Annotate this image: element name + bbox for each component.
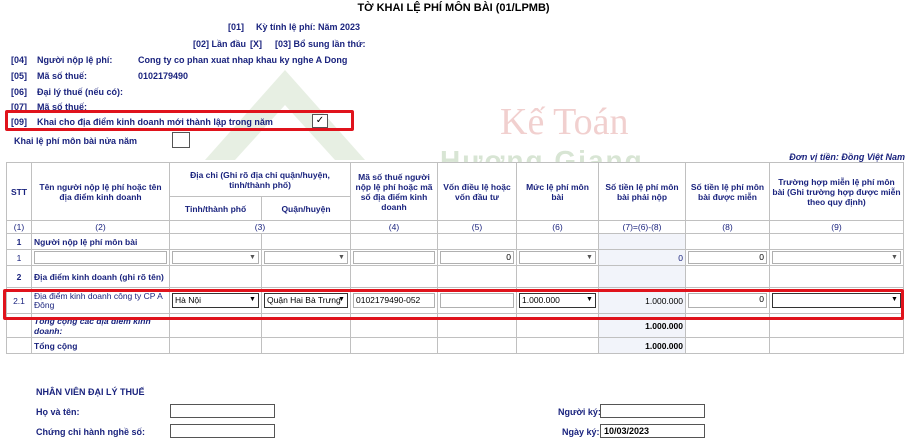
row1-province-select[interactable]: ▼ bbox=[172, 251, 259, 264]
tax-agent-label: Đại lý thuế (nếu có): bbox=[37, 87, 124, 97]
agent-section-title: NHÂN VIÊN ĐẠI LÝ THUẾ bbox=[36, 387, 145, 397]
index-cell: (6) bbox=[516, 220, 599, 234]
fee-table: STT Tên người nộp lệ phí hoặc tên địa đi… bbox=[6, 162, 904, 354]
index-cell: (2) bbox=[31, 220, 170, 234]
header-capital: Vốn điều lệ hoặc vốn đầu tư bbox=[437, 162, 517, 221]
agent-cert-input[interactable] bbox=[170, 424, 275, 438]
field-code-04: [04] bbox=[11, 55, 28, 65]
sign-date-input[interactable]: 10/03/2023 bbox=[600, 424, 705, 438]
chevron-down-icon: ▼ bbox=[586, 254, 593, 261]
watermark-text-ke-toan: Kế Toán bbox=[500, 101, 629, 143]
tax-code-label: Mã số thuế: bbox=[37, 71, 88, 81]
agent-name-input[interactable] bbox=[170, 404, 275, 418]
period-label: Kỳ tính lệ phí: Năm 2023 bbox=[256, 22, 361, 32]
field-code-06: [06] bbox=[11, 87, 28, 97]
header-district: Quận/huyện bbox=[261, 196, 351, 221]
signer-input[interactable] bbox=[600, 404, 705, 418]
index-cell: (9) bbox=[769, 220, 904, 234]
index-cell: (1) bbox=[6, 220, 32, 234]
section2-stt: 2 bbox=[6, 265, 32, 288]
row1-rate-select[interactable]: ▼ bbox=[519, 251, 596, 264]
total-payable: 1.000.000 bbox=[598, 337, 686, 354]
taxpayer-value: Cong ty co phan xuat nhap khau ky nghe A… bbox=[138, 55, 348, 65]
header-stt: STT bbox=[6, 162, 32, 221]
field-code-05: [05] bbox=[11, 71, 28, 81]
header-province: Tỉnh/thành phố bbox=[169, 196, 262, 221]
index-cell: (3) bbox=[169, 220, 351, 234]
supplement-label: [03] Bổ sung lần thứ: bbox=[275, 39, 366, 49]
half-year-checkbox[interactable] bbox=[172, 132, 190, 148]
row1-district-select[interactable]: ▼ bbox=[264, 251, 348, 264]
form-title: TỜ KHAI LỆ PHÍ MÔN BÀI (01/LPMB) bbox=[357, 2, 550, 14]
header-rate: Mức lệ phí môn bài bbox=[516, 162, 599, 221]
index-cell: (5) bbox=[437, 220, 517, 234]
highlight-box-row-2-1 bbox=[3, 289, 904, 320]
row1-tax-code-input[interactable] bbox=[353, 251, 435, 264]
taxpayer-label: Người nộp lệ phí: bbox=[37, 55, 113, 65]
agent-cert-label: Chứng chỉ hành nghề số: bbox=[36, 427, 146, 437]
currency-unit: Đơn vị tiền: Đồng Việt Nam bbox=[789, 152, 905, 162]
signer-label: Người ký: bbox=[558, 407, 601, 417]
header-exempt: Số tiền lệ phí môn bài được miễn bbox=[685, 162, 770, 221]
table-row: 1 ▼ ▼ 0 ▼ 0 0 ▼ bbox=[6, 249, 904, 266]
row1-payable: 0 bbox=[678, 252, 683, 263]
header-payable: Số tiền lệ phí môn bài phải nộp bbox=[598, 162, 686, 221]
index-cell: (7)=(6)-(8) bbox=[598, 220, 686, 234]
half-year-label: Khai lệ phí môn bài nửa năm bbox=[14, 136, 138, 146]
period-code: [01] bbox=[228, 22, 245, 32]
header-exempt-case: Trường hợp miễn lệ phí môn bài (Ghi trườ… bbox=[769, 162, 904, 221]
chevron-down-icon: ▼ bbox=[338, 254, 345, 261]
row1-exempt-input[interactable]: 0 bbox=[688, 251, 767, 264]
total-label: Tổng cộng bbox=[31, 337, 170, 354]
row1-stt: 1 bbox=[6, 249, 32, 266]
chevron-down-icon: ▼ bbox=[249, 254, 256, 261]
header-tax-code: Mã số thuế người nộp lệ phí hoặc mã số đ… bbox=[350, 162, 438, 221]
section1-stt: 1 bbox=[6, 233, 32, 250]
chevron-down-icon: ▼ bbox=[891, 254, 898, 261]
section1-label: Người nộp lệ phí môn bài bbox=[31, 233, 170, 250]
row1-name-input[interactable] bbox=[34, 251, 167, 264]
index-cell: (4) bbox=[350, 220, 438, 234]
header-name: Tên người nộp lệ phí hoặc tên địa điểm k… bbox=[31, 162, 170, 221]
sign-date-label: Ngày ký: bbox=[562, 427, 600, 437]
index-cell: (8) bbox=[685, 220, 770, 234]
section2-label: Địa điểm kinh doanh (ghi rõ tên) bbox=[31, 265, 170, 288]
header-address: Địa chỉ (Ghi rõ địa chỉ quận/huyện, tỉnh… bbox=[169, 162, 351, 197]
first-time-label: [02] Lần đầu bbox=[193, 39, 247, 49]
row1-capital-input[interactable]: 0 bbox=[440, 251, 514, 264]
tax-code-value: 0102179490 bbox=[138, 71, 189, 81]
first-time-mark[interactable]: [X] bbox=[250, 39, 262, 49]
row1-exempt-case-select[interactable]: ▼ bbox=[772, 251, 901, 264]
highlight-box-new-location bbox=[5, 110, 354, 131]
agent-name-label: Họ và tên: bbox=[36, 407, 80, 417]
